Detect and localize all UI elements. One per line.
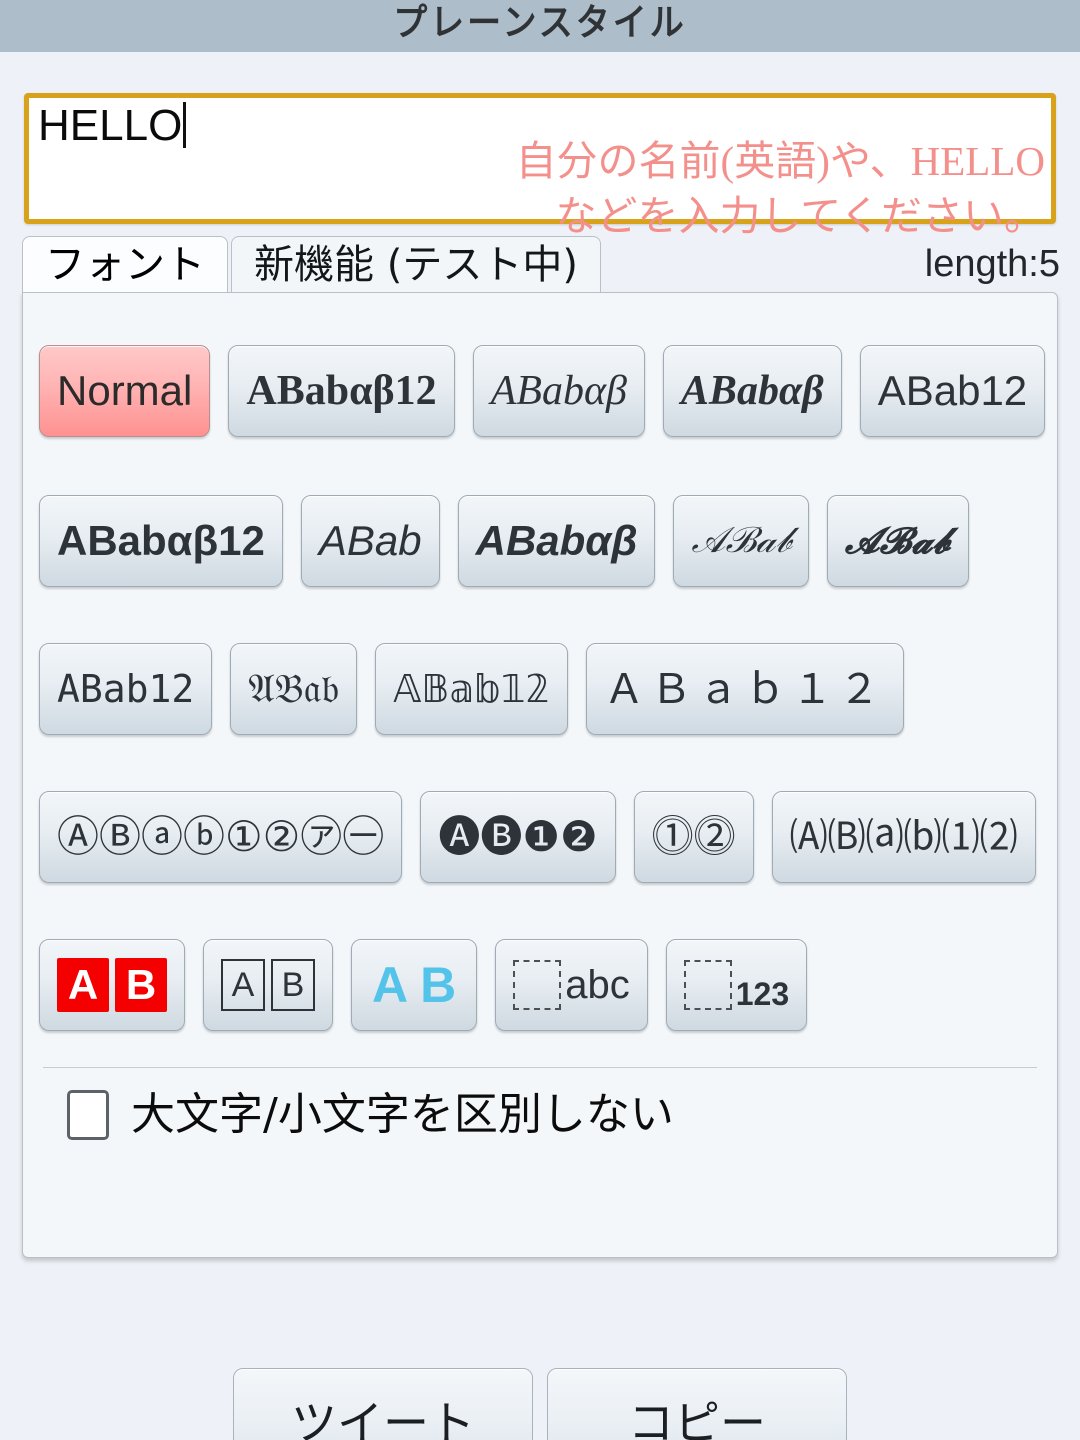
font-button-sans-bold-italic[interactable]: ABabαβ bbox=[457, 495, 656, 587]
regional-blue-b: B bbox=[420, 957, 457, 1013]
font-button-squared-outline[interactable]: A B bbox=[203, 939, 333, 1031]
regional-blue-a: A bbox=[372, 957, 409, 1013]
font-button-fraktur[interactable]: 𝔄𝔅𝔞𝔟 bbox=[230, 643, 358, 735]
font-button-sans-italic[interactable]: ABab bbox=[300, 495, 440, 587]
ignore-case-label: 大文字/小文字を区別しない bbox=[131, 1089, 674, 1140]
font-button-parenthesized[interactable]: 🄐🄑⒜⒝⑴⑵ bbox=[771, 791, 1036, 883]
font-button-regional-indicator[interactable]: A B bbox=[351, 939, 478, 1031]
font-button-script-bold[interactable]: 𝓐𝓑𝓪𝓫 bbox=[826, 495, 969, 587]
tab-fonts[interactable]: フォント bbox=[22, 236, 228, 292]
squared-red-glyphs: A B bbox=[57, 958, 167, 1012]
squared-red-b: B bbox=[115, 958, 167, 1012]
copy-button[interactable]: コピー bbox=[547, 1368, 847, 1440]
input-value-text: HELLO bbox=[38, 101, 187, 150]
regional-blue-glyphs: A B bbox=[369, 960, 459, 1010]
placeholder-123-label: 123 bbox=[735, 976, 790, 1012]
app-title: プレーンスタイル bbox=[393, 1, 687, 45]
tweet-button[interactable]: ツイート bbox=[233, 1368, 533, 1440]
font-button-circled[interactable]: ⒶⒷⓐⓑ①②㋐㊀ bbox=[39, 791, 403, 883]
font-button-sans-bold[interactable]: ABabαβ12 bbox=[39, 495, 283, 587]
squared-outline-b: B bbox=[271, 959, 315, 1011]
font-button-circled-filled[interactable]: 🅐🅑❶❷ bbox=[420, 791, 616, 883]
length-counter: length:5 bbox=[924, 243, 1060, 285]
dashed-box-icon bbox=[683, 960, 732, 1010]
font-button-placeholder-123[interactable]: 123 bbox=[665, 939, 808, 1031]
font-button-double-struck[interactable]: 𝔸𝔹𝕒𝕓𝟙𝟚 bbox=[375, 643, 568, 735]
dashed-box-123: 123 bbox=[683, 960, 790, 1012]
font-button-fullwidth[interactable]: ＡＢａｂ１２ bbox=[585, 643, 904, 735]
font-button-script[interactable]: 𝒜ℬ𝒶𝒷 bbox=[673, 495, 809, 587]
squared-outline-glyphs: A B bbox=[221, 959, 315, 1011]
font-row-3: ABab12 𝔄𝔅𝔞𝔟 𝔸𝔹𝕒𝕓𝟙𝟚 ＡＢａｂ１２ bbox=[39, 615, 1041, 763]
font-button-serif-bold[interactable]: ABabαβ12 bbox=[228, 345, 455, 437]
font-row-4: ⒶⒷⓐⓑ①②㋐㊀ 🅐🅑❶❷ ⓵⓶ 🄐🄑⒜⒝⑴⑵ bbox=[39, 763, 1041, 911]
font-row-1: Normal ABabαβ12 ABabαβ ABabαβ ABab12 bbox=[39, 315, 1046, 467]
font-button-serif-italic[interactable]: ABabαβ bbox=[472, 345, 645, 437]
action-bar: ツイート コピー bbox=[0, 1368, 1080, 1440]
input-hint-text: 自分の名前(英語)や、HELLO などを入力してください。 bbox=[515, 138, 1045, 240]
tab-bar: フォント 新機能 (テスト中) length:5 bbox=[0, 236, 1080, 292]
font-panel: Normal ABabαβ12 ABabαβ ABabαβ ABab12 ABa… bbox=[22, 292, 1058, 1258]
ignore-case-checkbox[interactable] bbox=[67, 1090, 109, 1140]
font-row-2: ABabαβ12 ABab ABabαβ 𝒜ℬ𝒶𝒷 𝓐𝓑𝓪𝓫 bbox=[39, 467, 1041, 615]
font-button-double-circled[interactable]: ⓵⓶ bbox=[633, 791, 754, 883]
text-caret bbox=[183, 102, 187, 148]
font-button-normal[interactable]: Normal bbox=[39, 345, 211, 437]
font-button-placeholder-abc[interactable]: abc bbox=[495, 939, 648, 1031]
squared-red-a: A bbox=[57, 958, 109, 1012]
font-button-serif-bold-italic[interactable]: ABabαβ bbox=[662, 345, 842, 437]
font-button-squared-red[interactable]: A B bbox=[39, 939, 185, 1031]
text-input[interactable]: HELLO 自分の名前(英語)や、HELLO などを入力してください。 bbox=[24, 93, 1056, 239]
font-button-monospace[interactable]: ABab12 bbox=[39, 643, 213, 735]
title-bar: プレーンスタイル bbox=[0, 0, 1080, 52]
font-row-5: A B A B A B abc 123 bbox=[39, 911, 1041, 1059]
tab-new-features[interactable]: 新機能 (テスト中) bbox=[231, 236, 601, 292]
input-typed-text: HELLO bbox=[38, 101, 183, 150]
placeholder-abc-label: abc bbox=[565, 963, 630, 1007]
dashed-box-icon bbox=[513, 960, 562, 1010]
dashed-box-abc: abc bbox=[513, 960, 630, 1010]
font-button-sans[interactable]: ABab12 bbox=[859, 345, 1046, 437]
squared-outline-a: A bbox=[221, 959, 265, 1011]
ignore-case-row[interactable]: 大文字/小文字を区別しない bbox=[39, 1068, 1041, 1140]
